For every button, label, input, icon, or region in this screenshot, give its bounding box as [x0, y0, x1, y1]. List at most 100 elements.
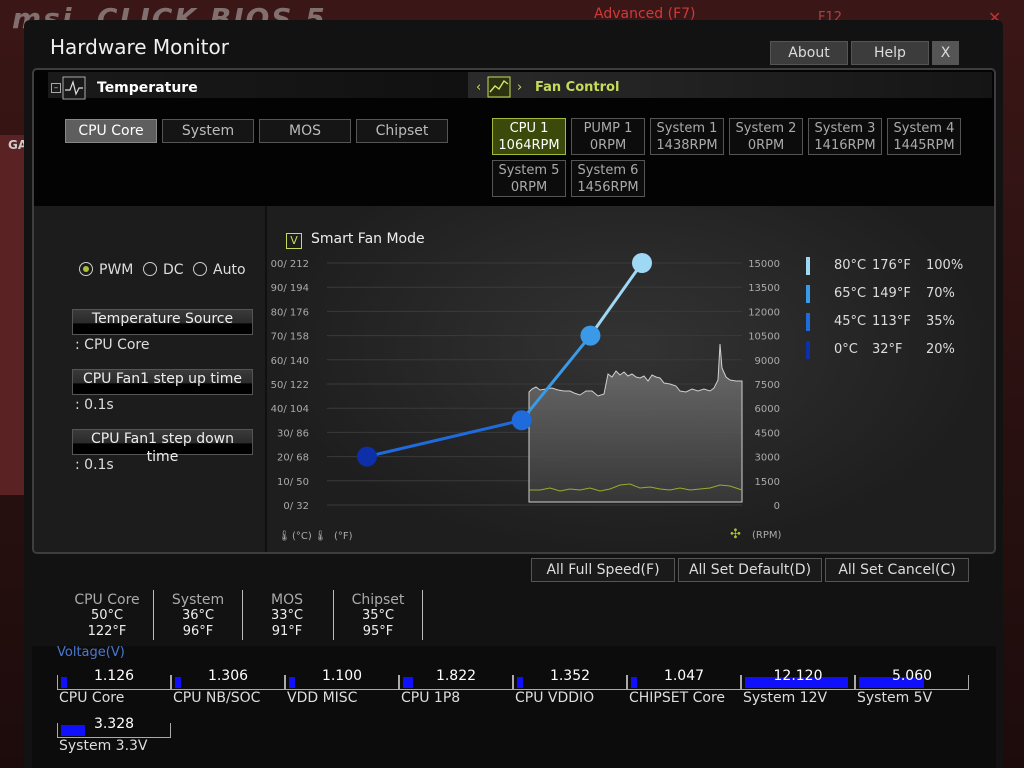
legend-celsius: 45°C: [834, 314, 867, 329]
fan-curve-chart[interactable]: 100/ 212 90/ 194 80/ 176 70/ 158 60/ 140 50/ …: [270, 250, 790, 550]
right-tick-label: 4500: [755, 428, 780, 439]
unit-rpm-label: (RPM): [752, 530, 782, 541]
fan-system4-button[interactable]: System 4 1445RPM: [887, 118, 961, 155]
legend-fahrenheit: 149°F: [872, 286, 911, 301]
all-full-speed-button[interactable]: All Full Speed(F): [531, 558, 675, 582]
voltage-bar: 1.047: [627, 668, 741, 690]
step-up-time-button[interactable]: CPU Fan1 step up time: [72, 369, 253, 395]
legend-celsius: 80°C: [834, 258, 867, 273]
fan-curve-point[interactable]: [511, 410, 532, 431]
voltage-name: VDD MISC: [287, 690, 358, 706]
left-tick-label: 10/ 50: [277, 477, 309, 488]
fan-control-icon: [487, 76, 511, 98]
fan-system1-button[interactable]: System 1 1438RPM: [650, 118, 724, 155]
voltage-value: 1.306: [207, 668, 249, 684]
voltage-name: CPU VDDIO: [515, 690, 595, 706]
temperature-source-value: : CPU Core: [75, 337, 150, 353]
step-down-time-button[interactable]: CPU Fan1 step down time: [72, 429, 253, 465]
fan-curve-segment: [366, 418, 523, 459]
left-tick-label: 100/ 212: [270, 259, 309, 270]
mode-auto-radio[interactable]: Auto: [193, 262, 246, 278]
temp-mos: MOS 33°C 91°F: [270, 592, 304, 639]
legend-percent: 100%: [926, 258, 964, 273]
sensor-cpu-core-button[interactable]: CPU Core: [65, 119, 157, 143]
legend-celsius: 65°C: [834, 286, 867, 301]
collapse-icon[interactable]: –: [51, 83, 61, 93]
radio-unselected-icon: [193, 262, 207, 276]
fan-system3-button[interactable]: System 3 1416RPM: [808, 118, 882, 155]
window-title: Hardware Monitor: [50, 35, 229, 59]
right-tick-label: 7500: [755, 380, 780, 391]
right-tick-label: 1500: [755, 477, 780, 488]
right-tick-label: 0: [774, 501, 780, 512]
voltage-name: System 5V: [857, 690, 933, 706]
about-button[interactable]: About: [770, 41, 848, 65]
voltage-value: 3.328: [93, 716, 135, 732]
voltage-name: CPU NB/SOC: [173, 690, 261, 706]
right-tick-label: 12000: [748, 307, 780, 318]
left-tick-label: 30/ 86: [277, 428, 309, 439]
legend-swatch: [806, 285, 810, 303]
voltage-value: 1.100: [321, 668, 363, 684]
voltage-bar: 12.120: [741, 668, 855, 690]
smart-fan-label: Smart Fan Mode: [311, 231, 425, 247]
fan-curve-point[interactable]: [580, 325, 601, 346]
sensor-system-button[interactable]: System: [162, 119, 254, 143]
rpm-history: [528, 343, 743, 503]
fan-prev-icon[interactable]: ‹: [476, 80, 481, 95]
fan-pump1-button[interactable]: PUMP 1 0RPM: [571, 118, 645, 155]
fan-curve-point[interactable]: [357, 446, 377, 467]
legend-fahrenheit: 113°F: [872, 314, 911, 329]
thermometer-icon: 🌡: [278, 530, 291, 542]
voltage-bar: 3.328: [57, 716, 171, 738]
legend-celsius: 0°C: [834, 342, 858, 357]
help-button[interactable]: Help: [851, 41, 929, 65]
left-tick-label: 70/ 158: [271, 332, 309, 343]
fan-curve-point[interactable]: [632, 253, 652, 273]
fan-cpu1-button[interactable]: CPU 1 1064RPM: [492, 118, 566, 155]
fan-system6-button[interactable]: System 6 1456RPM: [571, 160, 645, 197]
fan-system5-button[interactable]: System 5 0RPM: [492, 160, 566, 197]
fan-system2-button[interactable]: System 2 0RPM: [729, 118, 803, 155]
legend-row: 45°C 113°F 35%: [806, 313, 976, 331]
right-tick-label: 10500: [748, 332, 780, 343]
left-tick-label: 80/ 176: [271, 307, 309, 318]
voltage-bar: 1.306: [171, 668, 285, 690]
voltage-name: System 3.3V: [59, 738, 148, 754]
sensor-chipset-button[interactable]: Chipset: [356, 119, 448, 143]
temp-system: System 36°C 96°F: [171, 592, 225, 639]
voltage-bar: 1.822: [399, 668, 513, 690]
right-tick-label: 9000: [755, 356, 780, 367]
temperature-header: Temperature: [97, 80, 198, 96]
voltage-name: CPU Core: [59, 690, 125, 706]
unit-celsius-label: (°C): [292, 531, 312, 542]
voltage-name: CPU 1P8: [401, 690, 461, 706]
smart-fan-checkbox[interactable]: V: [286, 233, 302, 249]
fan-icon: ✣: [730, 527, 741, 542]
thermometer-f-icon: 🌡: [314, 530, 327, 542]
temp-cpu-core: CPU Core 50°C 122°F: [74, 592, 140, 639]
voltage-name: System 12V: [743, 690, 828, 706]
right-tick-label: 6000: [755, 404, 780, 415]
legend-swatch: [806, 313, 810, 331]
radio-selected-icon: [79, 262, 93, 276]
voltage-value: 1.126: [93, 668, 135, 684]
temperature-source-button[interactable]: Temperature Source: [72, 309, 253, 335]
all-set-default-button[interactable]: All Set Default(D): [678, 558, 822, 582]
legend-row: 80°C 176°F 100%: [806, 257, 976, 275]
all-set-cancel-button[interactable]: All Set Cancel(C): [825, 558, 969, 582]
left-tick-label: 50/ 122: [271, 380, 309, 391]
left-tick-label: 20/ 68: [277, 453, 309, 464]
fan-next-icon[interactable]: ›: [517, 80, 522, 95]
voltage-value: 1.352: [549, 668, 591, 684]
mode-dc-radio[interactable]: DC: [143, 262, 184, 278]
voltage-value: 1.047: [663, 668, 705, 684]
sensor-mos-button[interactable]: MOS: [259, 119, 351, 143]
right-tick-label: 13500: [748, 283, 780, 294]
close-button[interactable]: X: [932, 41, 959, 65]
left-tick-label: 90/ 194: [271, 283, 309, 294]
right-tick-label: 15000: [748, 259, 780, 270]
mode-pwm-radio[interactable]: PWM: [79, 262, 133, 278]
voltage-name: CHIPSET Core: [629, 690, 726, 706]
fan-curve-segment: [589, 262, 644, 337]
